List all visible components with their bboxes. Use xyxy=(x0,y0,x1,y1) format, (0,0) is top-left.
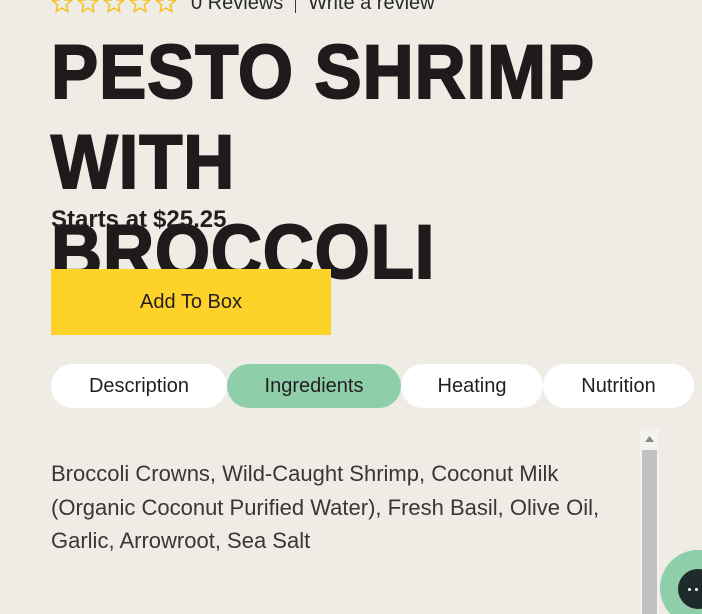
scroll-thumb[interactable] xyxy=(642,450,657,614)
price-line: Starts at $25.25 xyxy=(51,206,226,234)
star-outline-icon xyxy=(77,0,99,13)
add-to-box-button[interactable]: Add To Box xyxy=(51,269,331,335)
price-prefix: Starts at xyxy=(51,206,148,233)
ingredients-text: Broccoli Crowns, Wild-Caught Shrimp, Coc… xyxy=(51,461,600,553)
scroll-up-arrow-icon[interactable] xyxy=(640,428,659,450)
star-rating xyxy=(51,0,177,14)
divider xyxy=(295,0,297,13)
chat-dot xyxy=(688,587,691,591)
star-outline-icon xyxy=(51,0,73,13)
chat-launcher-button[interactable] xyxy=(660,550,702,614)
tab-nutrition[interactable]: Nutrition xyxy=(543,364,694,408)
ingredients-scrollbar[interactable] xyxy=(640,428,659,614)
tab-heating[interactable]: Heating xyxy=(401,364,543,408)
star-outline-icon xyxy=(103,0,125,13)
product-tabs: Description Ingredients Heating Nutritio… xyxy=(51,364,702,408)
price-value: $25.25 xyxy=(153,206,227,233)
ingredients-panel: Broccoli Crowns, Wild-Caught Shrimp, Coc… xyxy=(51,428,661,614)
star-outline-icon xyxy=(155,0,177,13)
product-page: 0 Reviews Write a review PESTO SHRIMP WI… xyxy=(0,0,702,614)
chat-dot xyxy=(695,587,698,591)
tab-ingredients[interactable]: Ingredients xyxy=(227,364,401,408)
write-review-link[interactable]: Write a review xyxy=(308,0,434,15)
product-title: PESTO SHRIMP WITH BROCCOLI xyxy=(50,29,594,296)
reviews-count[interactable]: 0 Reviews xyxy=(191,0,283,15)
star-outline-icon xyxy=(129,0,151,13)
tab-description[interactable]: Description xyxy=(51,364,227,408)
reviews-row: 0 Reviews Write a review xyxy=(51,0,435,15)
chat-icon xyxy=(678,569,702,609)
